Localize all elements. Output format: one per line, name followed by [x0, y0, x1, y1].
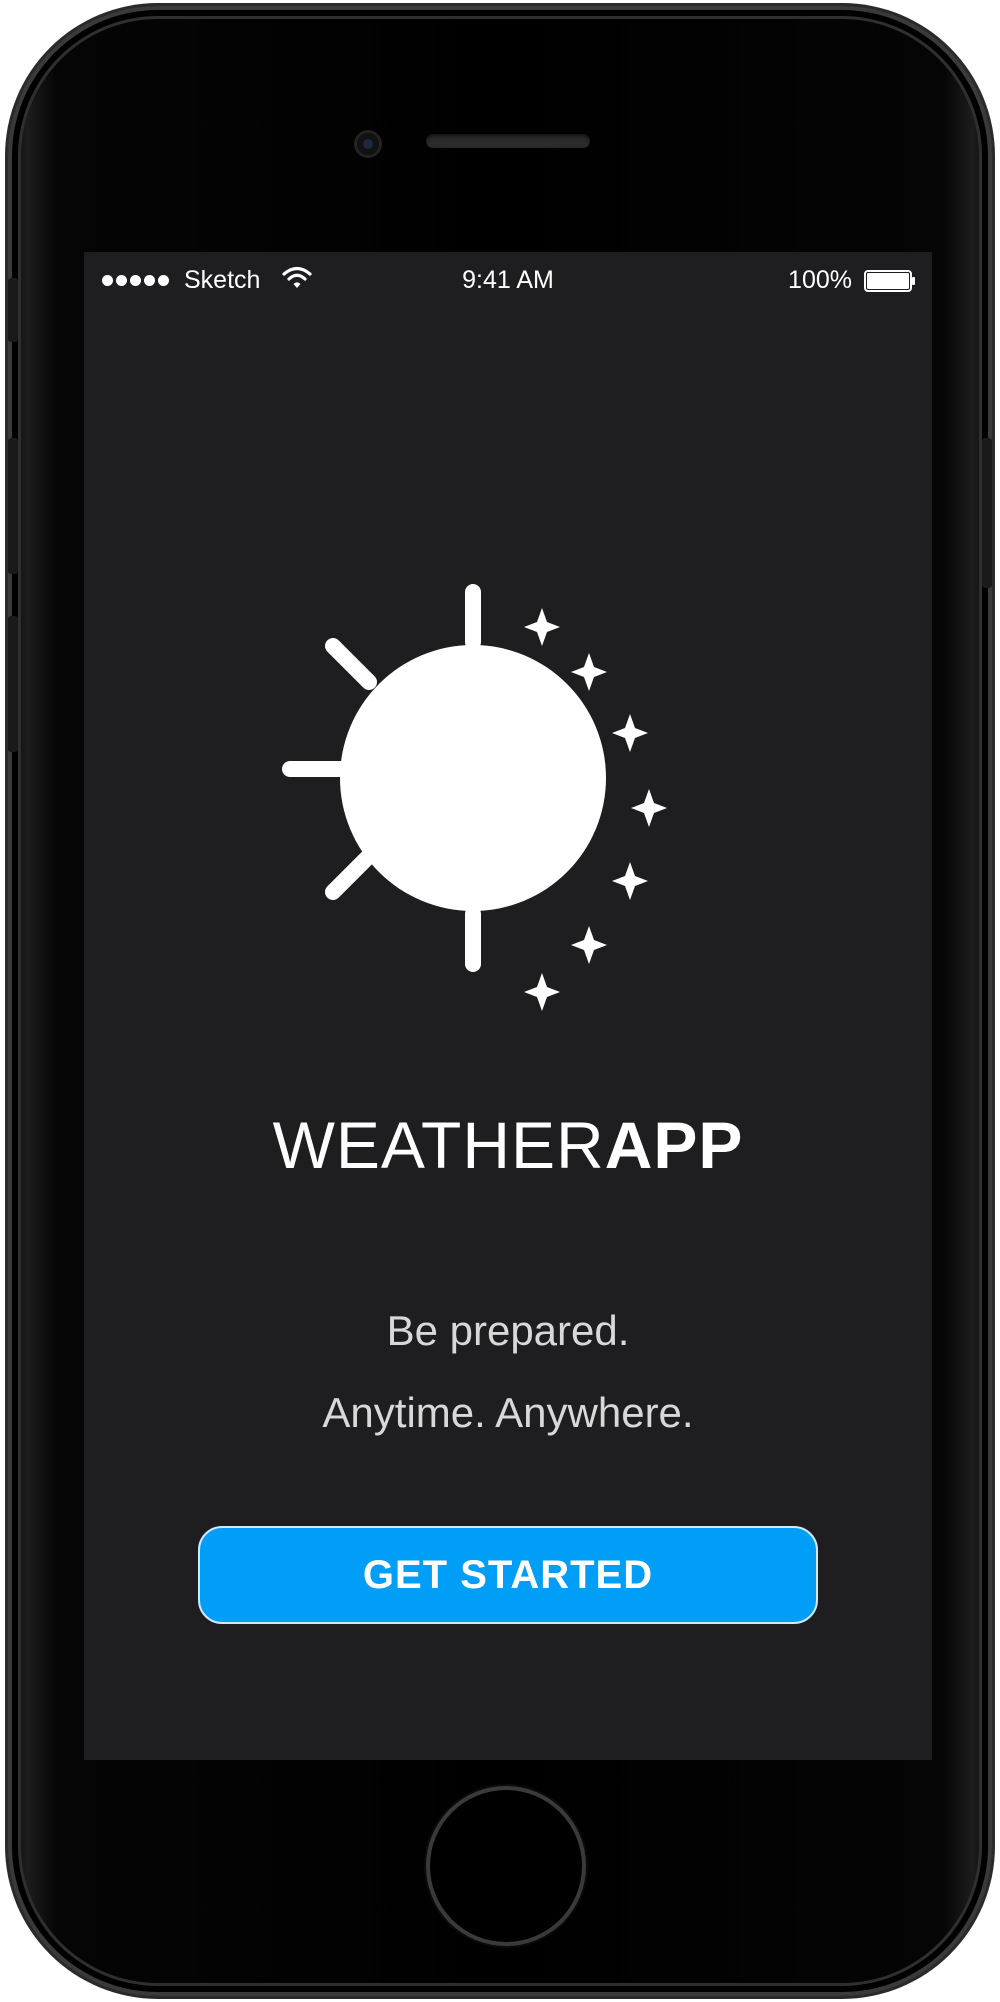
battery-icon [864, 270, 915, 292]
app-title: WEATHERAPP [84, 1112, 932, 1178]
phone-frame: Sketch 9:41 AM 100% WEATHERAPP Be prepar… [8, 6, 992, 1996]
app-title-bold: APP [604, 1108, 744, 1182]
volume-up-button [8, 438, 18, 574]
get-started-button[interactable]: GET STARTED [198, 1526, 818, 1624]
front-camera [354, 130, 382, 158]
tagline-line-1: Be prepared. [386, 1307, 630, 1354]
app-screen: Sketch 9:41 AM 100% WEATHERAPP Be prepar… [84, 252, 932, 1760]
power-button [982, 438, 992, 588]
silent-switch [8, 278, 18, 342]
tagline-line-2: Anytime. Anywhere. [322, 1389, 694, 1436]
status-bar: Sketch 9:41 AM 100% [84, 252, 932, 302]
sun-icon [282, 584, 667, 1011]
app-title-light: WEATHER [272, 1108, 605, 1182]
volume-down-button [8, 616, 18, 752]
home-button[interactable] [430, 1790, 582, 1942]
battery-percent: 100% [788, 266, 852, 294]
earpiece-speaker [426, 134, 590, 148]
